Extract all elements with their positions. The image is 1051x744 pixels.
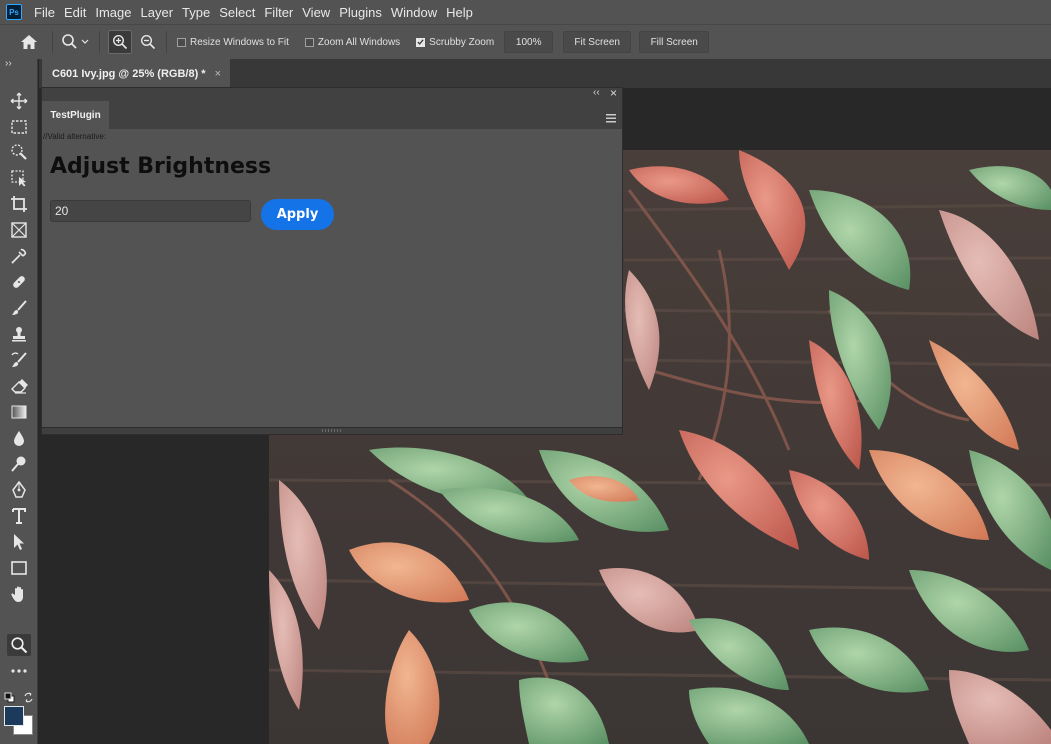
- grip-icon: [322, 429, 341, 432]
- resize-windows-checkbox[interactable]: [177, 37, 186, 47]
- panel-header[interactable]: ‹‹ ×: [42, 86, 622, 101]
- panel-tab-bar: TestPlugin: [42, 101, 622, 129]
- collapse-panel-icon[interactable]: ‹‹: [593, 87, 600, 98]
- plugin-content: //Valid alternative: Adjust Brightness A…: [42, 129, 622, 427]
- object-selection-tool-icon[interactable]: [7, 167, 31, 189]
- menu-file[interactable]: File: [34, 5, 55, 20]
- tools-panel: ››: [0, 58, 38, 744]
- move-tool-icon[interactable]: [7, 90, 31, 112]
- healing-brush-tool-icon[interactable]: [7, 271, 31, 293]
- menu-bar: Ps File Edit Image Layer Type Select Fil…: [0, 0, 1051, 24]
- eraser-tool-icon[interactable]: [7, 375, 31, 397]
- crop-tool-icon[interactable]: [7, 193, 31, 215]
- resize-windows-label: Resize Windows to Fit: [190, 36, 289, 48]
- zoom-all-windows-label: Zoom All Windows: [317, 36, 401, 48]
- menu-type[interactable]: Type: [182, 5, 210, 20]
- apply-button[interactable]: Apply: [261, 199, 334, 230]
- eyedropper-tool-icon[interactable]: [7, 245, 31, 267]
- zoom-percent-button[interactable]: 100%: [504, 31, 554, 53]
- separator: [99, 31, 100, 53]
- menu-select[interactable]: Select: [219, 5, 255, 20]
- close-document-icon[interactable]: ×: [215, 68, 221, 80]
- checkmark-icon: [417, 39, 424, 45]
- scrubby-zoom-label: Scrubby Zoom: [429, 36, 495, 48]
- menu-plugins[interactable]: Plugins: [339, 5, 382, 20]
- path-selection-tool-icon[interactable]: [7, 531, 31, 553]
- zoom-all-windows-option[interactable]: Zoom All Windows: [304, 36, 401, 48]
- separator: [166, 31, 167, 53]
- fill-screen-button[interactable]: Fill Screen: [639, 31, 710, 53]
- scrubby-zoom-option[interactable]: Scrubby Zoom: [416, 37, 494, 48]
- quick-selection-tool-icon[interactable]: [7, 141, 31, 163]
- zoom-in-icon[interactable]: [108, 30, 132, 54]
- toolbar-expand-icon[interactable]: ››: [5, 58, 12, 69]
- brush-tool-icon[interactable]: [7, 297, 31, 319]
- photoshop-logo: Ps: [6, 4, 22, 20]
- menu-layer[interactable]: Layer: [141, 5, 174, 20]
- home-icon[interactable]: [12, 28, 46, 56]
- document-tab-title: C601 Ivy.jpg @ 25% (RGB/8) *: [52, 67, 206, 80]
- menu-view[interactable]: View: [302, 5, 330, 20]
- plugin-heading: Adjust Brightness: [50, 154, 272, 179]
- resize-windows-option[interactable]: Resize Windows to Fit: [177, 37, 289, 48]
- plugin-comment-text: //Valid alternative:: [43, 132, 106, 141]
- zoom-out-icon[interactable]: [136, 30, 160, 54]
- options-bar: Resize Windows to Fit Zoom All Windows S…: [0, 24, 1051, 59]
- gradient-tool-icon[interactable]: [7, 401, 31, 423]
- history-brush-tool-icon[interactable]: [7, 349, 31, 371]
- more-tools-icon[interactable]: [7, 660, 31, 682]
- zoom-all-windows-checkbox[interactable]: [304, 37, 314, 47]
- hand-tool-icon[interactable]: [7, 583, 31, 605]
- marquee-tool-icon[interactable]: [7, 116, 31, 138]
- scrubby-zoom-checkbox[interactable]: [416, 37, 426, 47]
- panel-resize-handle[interactable]: [42, 427, 622, 434]
- brightness-input[interactable]: [50, 200, 251, 222]
- fit-screen-button[interactable]: Fit Screen: [563, 31, 632, 53]
- tab-testplugin[interactable]: TestPlugin: [42, 101, 109, 129]
- document-tab[interactable]: C601 Ivy.jpg @ 25% (RGB/8) * ×: [42, 59, 230, 88]
- menu-window[interactable]: Window: [391, 5, 437, 20]
- foreground-color-swatch[interactable]: [4, 706, 24, 726]
- menu-filter[interactable]: Filter: [264, 5, 293, 20]
- clone-stamp-tool-icon[interactable]: [7, 323, 31, 345]
- default-colors-icon[interactable]: [4, 690, 15, 703]
- zoom-tool-icon[interactable]: [7, 634, 31, 656]
- blur-tool-icon[interactable]: [7, 427, 31, 449]
- dodge-tool-icon[interactable]: [7, 453, 31, 475]
- panel-menu-icon[interactable]: [606, 110, 616, 123]
- swap-colors-icon[interactable]: [23, 690, 34, 703]
- menu-help[interactable]: Help: [446, 5, 473, 20]
- document-tab-bar: C601 Ivy.jpg @ 25% (RGB/8) * ×: [39, 59, 1051, 88]
- menu-image[interactable]: Image: [95, 5, 131, 20]
- plugin-panel: ‹‹ × TestPlugin //Valid alternative: Adj…: [41, 86, 623, 435]
- menu-edit[interactable]: Edit: [64, 5, 86, 20]
- rectangle-tool-icon[interactable]: [7, 557, 31, 579]
- close-panel-icon[interactable]: ×: [610, 86, 617, 100]
- separator: [52, 31, 53, 53]
- frame-tool-icon[interactable]: [7, 219, 31, 241]
- type-tool-icon[interactable]: [7, 505, 31, 527]
- pen-tool-icon[interactable]: [7, 479, 31, 501]
- zoom-tool-preset-icon[interactable]: [59, 28, 93, 56]
